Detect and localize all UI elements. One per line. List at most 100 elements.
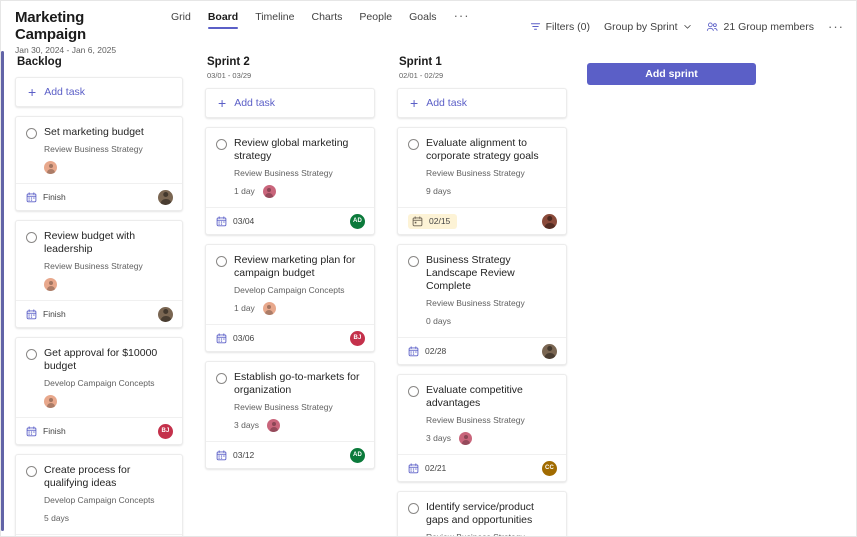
task-assignee-small-avatar[interactable] bbox=[44, 161, 57, 174]
task-assignee-small-avatar[interactable] bbox=[459, 432, 472, 445]
task-date-badge[interactable]: 03/12 bbox=[216, 450, 254, 461]
calendar-icon bbox=[408, 346, 419, 357]
avatar[interactable]: BJ bbox=[158, 424, 173, 439]
avatar[interactable]: BJ bbox=[350, 331, 365, 346]
task-date-badge[interactable]: 02/28 bbox=[408, 346, 446, 357]
task-date-badge[interactable]: 02/15 bbox=[408, 214, 457, 229]
task-card[interactable]: Establish go-to-markets for organization… bbox=[205, 361, 375, 469]
task-date-label: 02/21 bbox=[425, 463, 446, 474]
task-meta: 9 days bbox=[426, 184, 555, 199]
task-assignee-small-avatar[interactable] bbox=[263, 302, 276, 315]
add-task-button[interactable]: +Add task bbox=[206, 89, 374, 117]
task-meta: 1 day bbox=[234, 184, 363, 199]
add-task-card[interactable]: +Add task bbox=[15, 77, 183, 107]
task-assignee-small-avatar[interactable] bbox=[263, 185, 276, 198]
task-complete-checkbox[interactable] bbox=[26, 128, 37, 139]
group-members-label: 21 Group members bbox=[724, 21, 814, 33]
task-title: Business Strategy Landscape Review Compl… bbox=[426, 254, 555, 293]
task-title: Review global marketing strategy bbox=[234, 137, 363, 163]
task-body: Business Strategy Landscape Review Compl… bbox=[398, 245, 566, 337]
task-assignee-small-avatar[interactable] bbox=[44, 278, 57, 291]
task-card[interactable]: Business Strategy Landscape Review Compl… bbox=[397, 244, 567, 365]
task-date-label: Finish bbox=[43, 192, 66, 203]
task-title: Review budget with leadership bbox=[44, 230, 171, 256]
avatar[interactable]: AD bbox=[350, 448, 365, 463]
task-body: Review budget with leadershipReview Busi… bbox=[16, 221, 182, 300]
task-card[interactable]: Review global marketing strategyReview B… bbox=[205, 127, 375, 235]
add-task-button[interactable]: +Add task bbox=[16, 78, 182, 106]
task-complete-checkbox[interactable] bbox=[216, 139, 227, 150]
task-meta: 3 days bbox=[426, 431, 555, 446]
task-bucket: Develop Campaign Concepts bbox=[44, 378, 171, 389]
task-complete-checkbox[interactable] bbox=[408, 386, 419, 397]
filter-icon bbox=[530, 21, 541, 32]
task-footer: Finish bbox=[16, 300, 182, 327]
avatar[interactable] bbox=[158, 307, 173, 322]
task-assignee-small-avatar[interactable] bbox=[267, 419, 280, 432]
task-complete-checkbox[interactable] bbox=[216, 256, 227, 267]
task-card[interactable]: Set marketing budgetReview Business Stra… bbox=[15, 116, 183, 211]
columns-host: Backlog+Add taskSet marketing budgetRevi… bbox=[1, 51, 577, 536]
add-task-label: Add task bbox=[234, 97, 275, 109]
task-title: Evaluate competitive advantages bbox=[426, 384, 555, 410]
avatar-initials: AD bbox=[353, 218, 362, 224]
task-date-badge[interactable]: Finish bbox=[26, 309, 66, 320]
add-task-card[interactable]: +Add task bbox=[397, 88, 567, 118]
filters-label: Filters (0) bbox=[546, 21, 590, 33]
add-task-card[interactable]: +Add task bbox=[205, 88, 375, 118]
task-card[interactable]: Evaluate alignment to corporate strategy… bbox=[397, 127, 567, 235]
task-title: Identify service/product gaps and opport… bbox=[426, 501, 555, 527]
avatar[interactable] bbox=[158, 190, 173, 205]
task-date-badge[interactable]: Finish bbox=[26, 192, 66, 203]
tab-goals[interactable]: Goals bbox=[409, 11, 436, 29]
task-card[interactable]: Evaluate competitive advantagesReview Bu… bbox=[397, 374, 567, 482]
task-complete-checkbox[interactable] bbox=[26, 232, 37, 243]
task-footer: Finish bbox=[16, 183, 182, 210]
column-scrollbar[interactable] bbox=[1, 51, 4, 531]
task-card[interactable]: Review budget with leadershipReview Busi… bbox=[15, 220, 183, 328]
task-footer: 03/04 AD bbox=[206, 207, 374, 234]
add-sprint-button[interactable]: Add sprint bbox=[587, 63, 756, 85]
task-body: Evaluate alignment to corporate strategy… bbox=[398, 128, 566, 207]
group-by-dropdown[interactable]: Group by Sprint bbox=[604, 21, 692, 33]
task-card[interactable]: Create process for qualifying ideasDevel… bbox=[15, 454, 183, 536]
task-complete-checkbox[interactable] bbox=[408, 503, 419, 514]
task-top: Review global marketing strategy bbox=[216, 137, 363, 163]
add-task-button[interactable]: +Add task bbox=[398, 89, 566, 117]
avatar[interactable]: CC bbox=[542, 461, 557, 476]
task-title: Create process for qualifying ideas bbox=[44, 464, 171, 490]
header-overflow-button[interactable]: ··· bbox=[828, 19, 844, 34]
group-members-button[interactable]: 21 Group members bbox=[706, 21, 814, 33]
task-card[interactable]: Get approval for $10000 budgetDevelop Ca… bbox=[15, 337, 183, 445]
task-assignee-small-avatar[interactable] bbox=[44, 395, 57, 408]
tab-timeline[interactable]: Timeline bbox=[255, 11, 294, 29]
task-date-badge[interactable]: 02/21 bbox=[408, 463, 446, 474]
task-title: Set marketing budget bbox=[44, 126, 144, 139]
tab-board[interactable]: Board bbox=[208, 11, 238, 29]
filters-button[interactable]: Filters (0) bbox=[530, 21, 590, 33]
task-complete-checkbox[interactable] bbox=[408, 256, 419, 267]
task-date-badge[interactable]: Finish bbox=[26, 426, 66, 437]
task-complete-checkbox[interactable] bbox=[216, 373, 227, 384]
task-date-badge[interactable]: 03/04 bbox=[216, 216, 254, 227]
task-date-label: 03/12 bbox=[233, 450, 254, 461]
task-complete-checkbox[interactable] bbox=[26, 349, 37, 360]
tab-overflow-button[interactable]: ··· bbox=[454, 11, 470, 21]
task-card[interactable]: Review marketing plan for campaign budge… bbox=[205, 244, 375, 352]
task-duration: 0 days bbox=[426, 316, 451, 327]
plus-icon: + bbox=[28, 86, 36, 98]
tab-people[interactable]: People bbox=[359, 11, 392, 29]
view-tabs: Grid Board Timeline Charts People Goals ··· bbox=[171, 7, 470, 29]
task-duration: 5 days bbox=[44, 513, 69, 524]
tab-charts[interactable]: Charts bbox=[311, 11, 342, 29]
task-top: Set marketing budget bbox=[26, 126, 171, 139]
task-card[interactable]: Identify service/product gaps and opport… bbox=[397, 491, 567, 536]
task-top: Identify service/product gaps and opport… bbox=[408, 501, 555, 527]
task-complete-checkbox[interactable] bbox=[26, 466, 37, 477]
task-date-badge[interactable]: 03/06 bbox=[216, 333, 254, 344]
tab-grid[interactable]: Grid bbox=[171, 11, 191, 29]
avatar[interactable] bbox=[542, 214, 557, 229]
avatar[interactable]: AD bbox=[350, 214, 365, 229]
avatar[interactable] bbox=[542, 344, 557, 359]
task-complete-checkbox[interactable] bbox=[408, 139, 419, 150]
